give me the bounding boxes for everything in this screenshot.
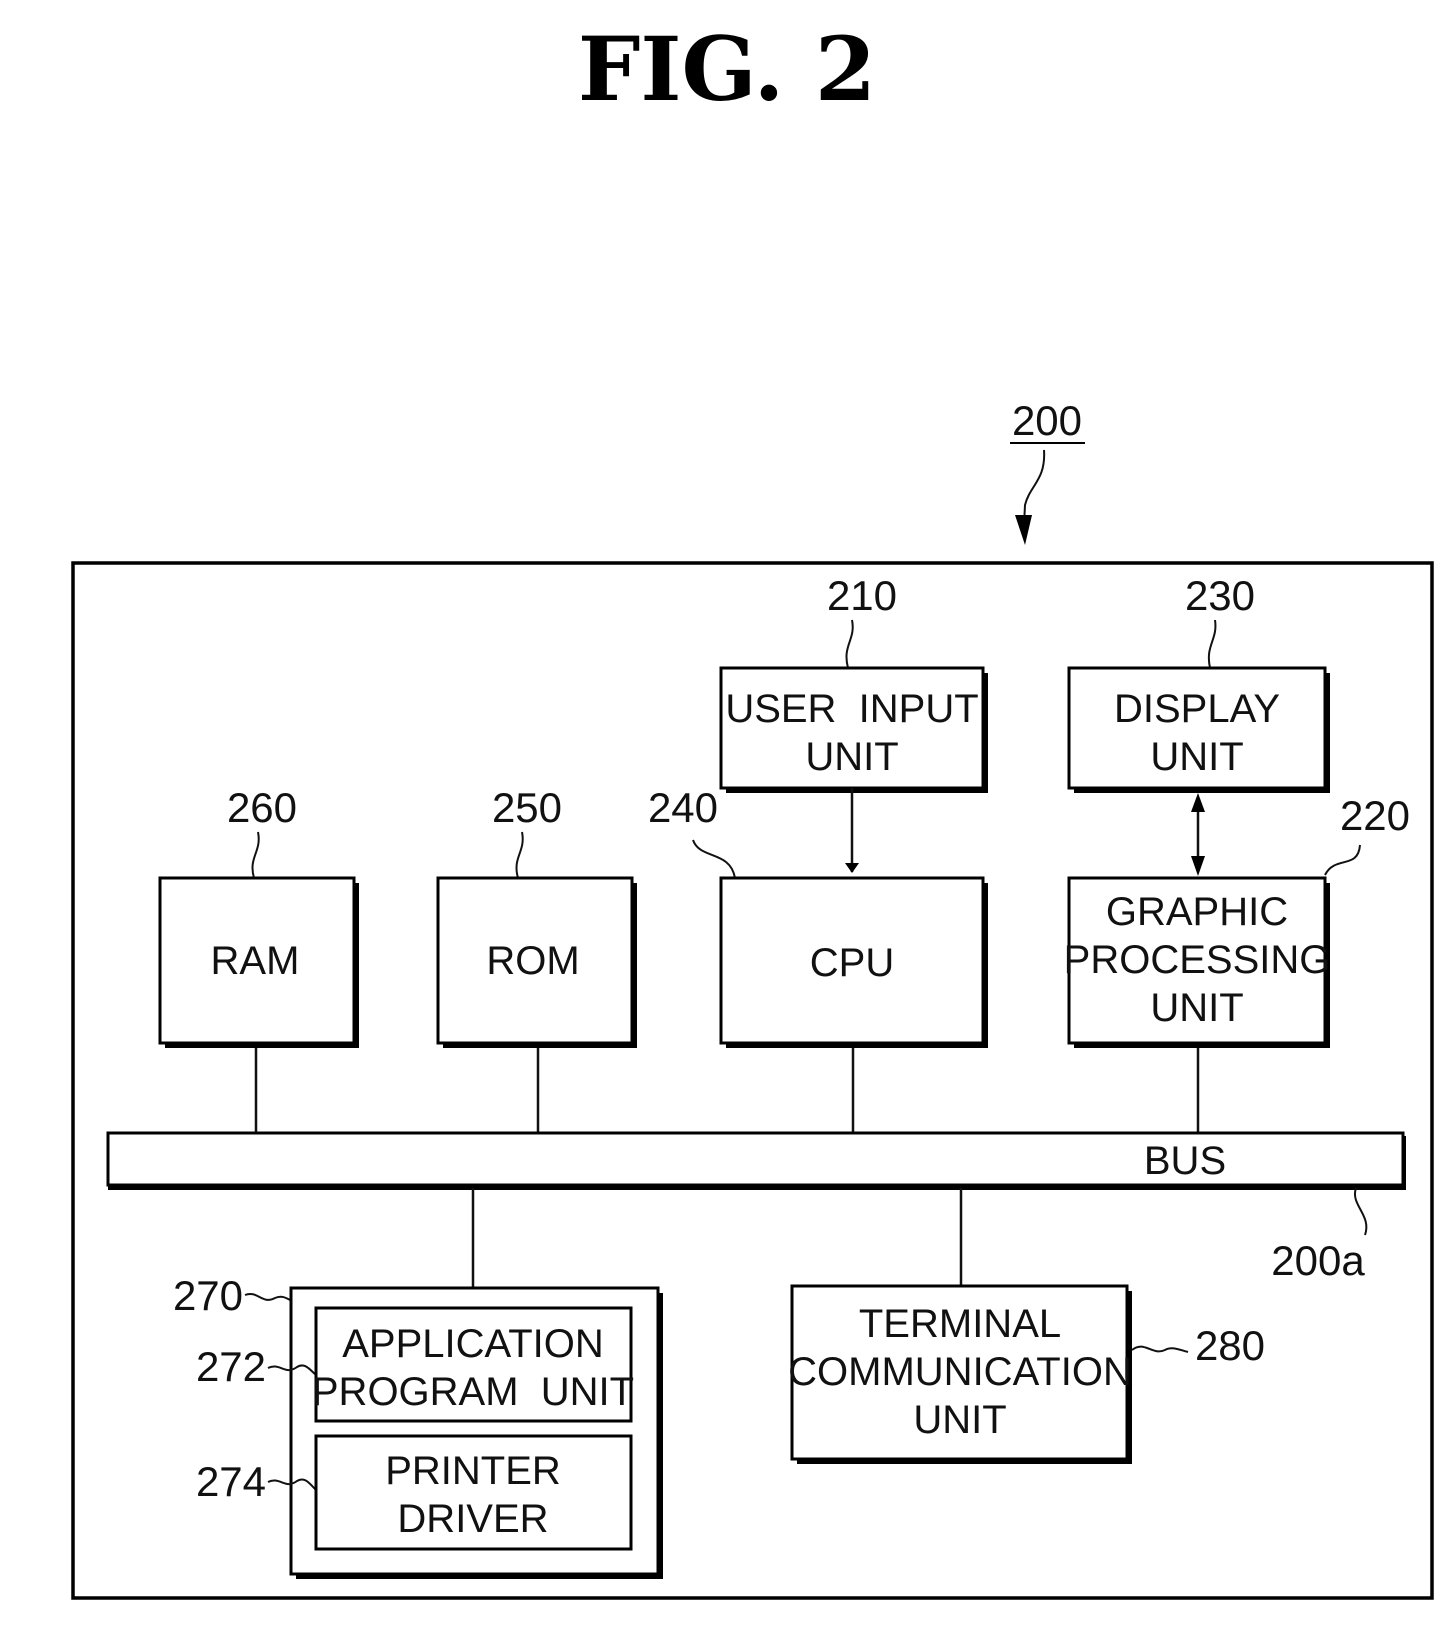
terminal-comm-label-line1: TERMINAL — [859, 1302, 1061, 1346]
ref-270-leader — [244, 1292, 291, 1301]
block-terminal-communication-unit: TERMINAL COMMUNICATION UNIT 280 — [788, 1284, 1265, 1464]
ram-label: RAM — [211, 939, 300, 983]
terminal-comm-label-line2: COMMUNICATION — [788, 1350, 1132, 1394]
gpu-label-line3: UNIT — [1150, 986, 1243, 1030]
app-program-label-line2: PROGRAM UNIT — [312, 1370, 634, 1414]
system-reference: 200 — [1010, 397, 1085, 545]
ref-280-leader — [1131, 1345, 1189, 1353]
arrowhead-down-icon — [1191, 856, 1205, 876]
arrow-display-gpu-bidirectional — [1191, 793, 1205, 876]
ref-260-leader — [251, 831, 260, 879]
block-display-unit: 230 DISPLAY UNIT — [1067, 572, 1330, 793]
block-rom: 250 ROM — [436, 784, 637, 1048]
printer-driver-label-line1: PRINTER — [385, 1449, 561, 1493]
block-storage: 270 272 APPLICATION PROGRAM UNIT 274 PRI… — [173, 1272, 663, 1579]
ref-200-leader — [1023, 449, 1046, 526]
gpu-label-line2: PROCESSING — [1064, 938, 1331, 982]
display-label-line2: UNIT — [1150, 735, 1243, 779]
display-label-line1: DISPLAY — [1114, 687, 1280, 731]
ref-200: 200 — [1012, 397, 1082, 444]
ref-250: 250 — [492, 784, 562, 831]
ref-274: 274 — [196, 1458, 266, 1505]
ref-210-leader — [845, 619, 854, 669]
ref-270: 270 — [173, 1272, 243, 1319]
ref-200a: 200a — [1271, 1237, 1365, 1284]
user-input-label-line1: USER INPUT — [725, 687, 978, 731]
ref-260: 260 — [227, 784, 297, 831]
ref-280: 280 — [1195, 1322, 1265, 1369]
ref-230: 230 — [1185, 572, 1255, 619]
ref-220-leader — [1324, 844, 1361, 876]
ref-240: 240 — [648, 784, 718, 831]
block-ram: 260 RAM — [158, 784, 359, 1048]
printer-driver-label-line2: DRIVER — [397, 1497, 548, 1541]
arrowhead-up-icon — [1191, 793, 1205, 812]
ref-210: 210 — [827, 572, 897, 619]
rom-label: ROM — [486, 939, 579, 983]
ref-230-leader — [1207, 619, 1217, 669]
terminal-comm-label-line3: UNIT — [913, 1398, 1006, 1442]
gpu-label-line1: GRAPHIC — [1106, 890, 1288, 934]
ref-200-arrowhead-icon — [1015, 515, 1032, 545]
ref-240-leader — [692, 839, 736, 879]
ref-272: 272 — [196, 1343, 266, 1390]
block-cpu: 240 CPU — [648, 784, 988, 1048]
ref-220: 220 — [1340, 792, 1410, 839]
ref-250-leader — [515, 831, 524, 879]
app-program-label-line1: APPLICATION — [342, 1322, 604, 1366]
block-user-input-unit: 210 USER INPUT UNIT — [719, 572, 988, 793]
block-graphic-processing-unit: 220 GRAPHIC PROCESSING UNIT — [1064, 792, 1410, 1048]
user-input-label-line2: UNIT — [805, 735, 898, 779]
block-diagram: FIG. 2 200 210 USER INPUT UNIT 230 DISPL… — [71, 17, 1434, 1600]
bus-label: BUS — [1144, 1139, 1226, 1183]
ref-200a-leader — [1353, 1187, 1368, 1236]
cpu-label: CPU — [810, 941, 894, 985]
block-bus: BUS 200a — [106, 1131, 1406, 1284]
figure-title: FIG. 2 — [578, 17, 876, 121]
